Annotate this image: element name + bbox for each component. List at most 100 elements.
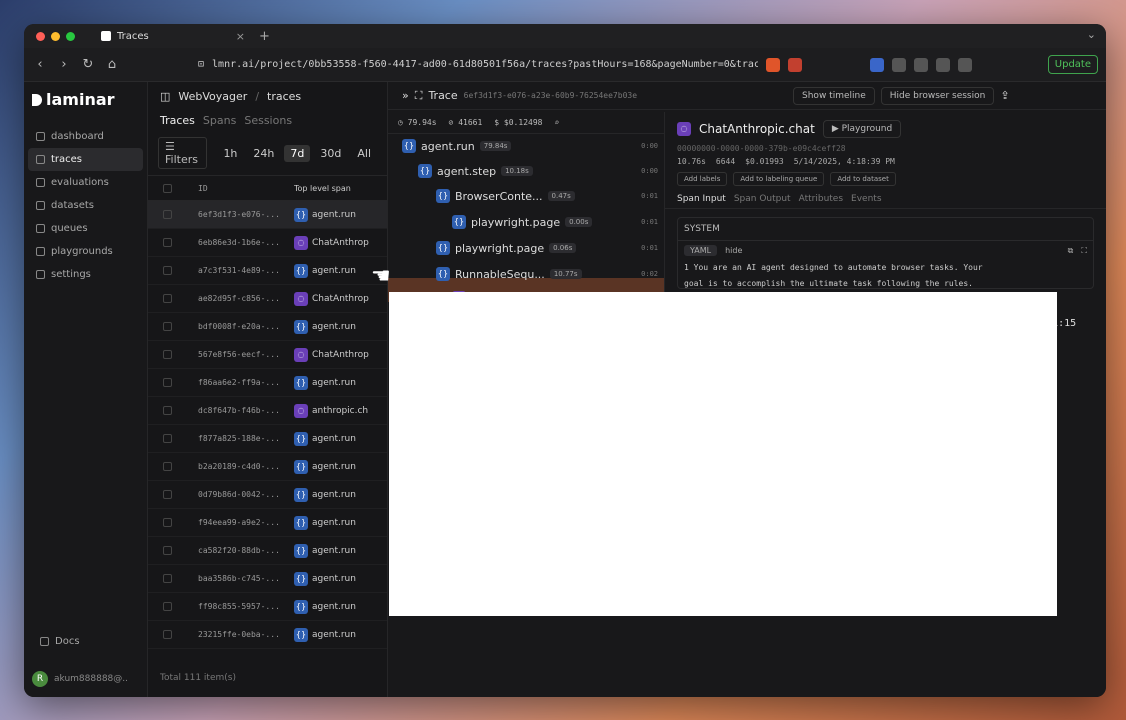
range-1h[interactable]: 1h xyxy=(217,145,243,162)
sidebar-item-traces[interactable]: traces xyxy=(28,148,143,171)
span-tree-node[interactable]: {} playwright.page 0.06s 0:01 xyxy=(436,238,664,258)
tab-spans[interactable]: Spans xyxy=(203,114,236,127)
sidebar-item-settings[interactable]: settings xyxy=(28,263,143,286)
range-7d[interactable]: 7d xyxy=(284,144,311,162)
row-checkbox[interactable] xyxy=(162,238,172,247)
span-tree-node[interactable]: {} agent.step 10.18s 0:00 xyxy=(418,161,664,181)
playground-button[interactable]: ▶ Playground xyxy=(822,120,902,138)
column-header-top-span[interactable]: Top level span xyxy=(294,184,387,193)
sidebar-toggle-icon[interactable]: ◫ xyxy=(160,90,170,103)
table-row[interactable]: a7c3f531-4e89-... {} agent.run xyxy=(148,257,387,285)
hide-browser-session-button[interactable]: Hide browser session xyxy=(880,86,995,105)
row-checkbox[interactable] xyxy=(162,378,172,387)
tab-traces[interactable]: Traces xyxy=(160,114,195,127)
row-checkbox[interactable] xyxy=(162,462,172,471)
row-checkbox[interactable] xyxy=(162,434,172,443)
copy-icon[interactable]: ⧉ xyxy=(1068,246,1074,256)
table-row[interactable]: 23215ffe-0eba-... {} agent.run xyxy=(148,621,387,649)
breadcrumb-project[interactable]: WebVoyager xyxy=(178,90,247,103)
select-all-checkbox[interactable] xyxy=(162,183,172,193)
filters-button[interactable]: ☰ Filters xyxy=(158,137,208,169)
table-row[interactable]: f86aa6e2-ff9a-... {} agent.run xyxy=(148,369,387,397)
tab-events[interactable]: Events xyxy=(851,194,881,204)
browser-tab[interactable]: Traces × xyxy=(93,26,253,46)
table-row[interactable]: ca582f20-88db-... {} agent.run xyxy=(148,537,387,565)
show-timeline-button[interactable]: Show timeline xyxy=(793,86,875,105)
sidebar-item-queues[interactable]: queues xyxy=(28,217,143,240)
brand-logo[interactable]: laminar xyxy=(24,82,147,117)
tab-span-output[interactable]: Span Output xyxy=(734,194,791,204)
puzzle-icon[interactable] xyxy=(892,57,906,72)
span-tree-node[interactable]: {} agent.run 79.84s 0:00 xyxy=(402,136,664,156)
fullscreen-icon[interactable]: ⛶ xyxy=(1081,246,1087,256)
table-row[interactable]: dc8f647b-f46b-... ◌ anthropic.ch xyxy=(148,397,387,425)
extension-icon[interactable] xyxy=(788,57,802,72)
wallet-icon[interactable] xyxy=(936,57,950,72)
range-all[interactable]: All xyxy=(351,145,377,162)
range-30d[interactable]: 30d xyxy=(314,145,347,162)
range-24h[interactable]: 24h xyxy=(247,145,280,162)
expand-icon[interactable]: ⛶ xyxy=(415,89,423,103)
add-labels-button[interactable]: Add labels xyxy=(677,172,728,186)
tab-span-input[interactable]: Span Input xyxy=(677,194,726,204)
maximize-window-button[interactable] xyxy=(66,31,75,41)
collapse-icon[interactable]: » xyxy=(402,89,409,102)
table-row[interactable]: 0d79b86d-0042-... {} agent.run xyxy=(148,481,387,509)
add-to-dataset-button[interactable]: Add to dataset xyxy=(830,172,896,186)
new-tab-button[interactable]: + xyxy=(259,29,270,44)
table-row[interactable]: bdf0008f-e20a-... {} agent.run xyxy=(148,313,387,341)
row-checkbox[interactable] xyxy=(162,490,172,499)
row-checkbox[interactable] xyxy=(162,406,172,415)
row-checkbox[interactable] xyxy=(162,322,172,331)
close-window-button[interactable] xyxy=(36,31,45,41)
table-row[interactable]: ff98c855-5957-... {} agent.run xyxy=(148,593,387,621)
row-checkbox[interactable] xyxy=(162,546,172,555)
back-icon[interactable]: ‹ xyxy=(32,57,48,72)
share-icon[interactable]: ⇪ xyxy=(1000,89,1009,102)
sidebar-item-docs[interactable]: Docs xyxy=(32,630,139,653)
browser-session-canvas[interactable] xyxy=(389,292,1057,616)
row-checkbox[interactable] xyxy=(162,266,172,275)
column-header-id[interactable]: ID xyxy=(186,184,294,193)
sidebar-item-playgrounds[interactable]: playgrounds xyxy=(28,240,143,263)
forward-icon[interactable]: › xyxy=(56,57,72,72)
sidebar-icon[interactable] xyxy=(914,57,928,72)
reload-icon[interactable]: ↻ xyxy=(80,57,96,72)
hide-toggle[interactable]: hide xyxy=(725,246,742,255)
chevron-down-icon[interactable]: ⌄ xyxy=(1087,28,1096,41)
extension-icon[interactable] xyxy=(870,57,884,72)
table-row[interactable]: baa3586b-c745-... {} agent.run xyxy=(148,565,387,593)
table-row[interactable]: 567e8f56-eecf-... ◌ ChatAnthrop xyxy=(148,341,387,369)
home-icon[interactable]: ⌂ xyxy=(104,57,120,72)
row-checkbox[interactable] xyxy=(162,210,172,219)
row-checkbox[interactable] xyxy=(162,518,172,527)
user-menu[interactable]: R akum888888@.. xyxy=(32,671,128,687)
format-select[interactable]: YAML xyxy=(684,245,718,256)
row-checkbox[interactable] xyxy=(162,602,172,611)
tab-sessions[interactable]: Sessions xyxy=(244,114,292,127)
update-button[interactable]: Update xyxy=(1047,55,1098,74)
tab-attributes[interactable]: Attributes xyxy=(799,194,843,204)
close-tab-icon[interactable]: × xyxy=(236,30,245,43)
table-row[interactable]: ae82d95f-c856-... ◌ ChatAnthrop xyxy=(148,285,387,313)
sidebar-item-evaluations[interactable]: evaluations xyxy=(28,171,143,194)
url-field[interactable]: ⊡ lmnr.ai/project/0bb53558-f560-4417-ad0… xyxy=(198,53,758,77)
table-row[interactable]: 6eb86e3d-1b6e-... ◌ ChatAnthrop xyxy=(148,229,387,257)
sidebar-item-datasets[interactable]: datasets xyxy=(28,194,143,217)
add-to-labeling-queue-button[interactable]: Add to labeling queue xyxy=(733,172,825,186)
table-row[interactable]: b2a20189-c4d0-... {} agent.run xyxy=(148,453,387,481)
brave-icon[interactable] xyxy=(766,57,780,72)
span-tree-node[interactable]: {} playwright.page 0.00s 0:01 xyxy=(452,212,664,232)
table-row[interactable]: f94eea99-a9e2-... {} agent.run xyxy=(148,509,387,537)
table-row[interactable]: f877a825-188e-... {} agent.run xyxy=(148,425,387,453)
row-checkbox[interactable] xyxy=(162,294,172,303)
shield-icon[interactable] xyxy=(958,57,972,72)
row-checkbox[interactable] xyxy=(162,574,172,583)
row-checkbox[interactable] xyxy=(162,630,172,639)
search-icon[interactable]: ⌕ xyxy=(554,118,559,127)
table-row[interactable]: 6ef3d1f3-e076-... {} agent.run xyxy=(148,201,387,229)
bookmark-icon[interactable]: ⊡ xyxy=(198,59,204,70)
row-checkbox[interactable] xyxy=(162,350,172,359)
minimize-window-button[interactable] xyxy=(51,31,60,41)
span-tree-node[interactable]: {} BrowserConte... 0.47s 0:01 xyxy=(436,186,664,206)
